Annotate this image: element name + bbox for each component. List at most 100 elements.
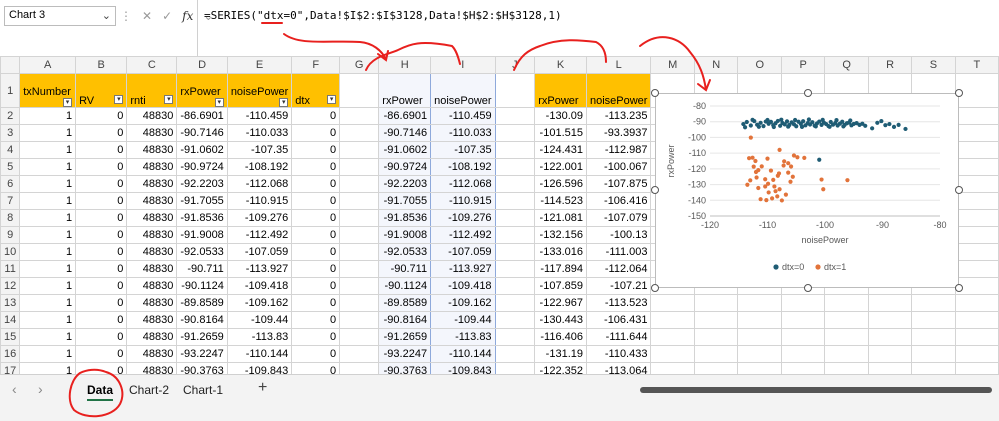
cell[interactable]: 0: [291, 209, 341, 227]
cell[interactable]: 1: [19, 209, 77, 227]
header-cell-e[interactable]: noisePower ▾: [226, 73, 293, 108]
cell[interactable]: [494, 141, 536, 159]
tab-data[interactable]: Data: [87, 383, 114, 401]
cell[interactable]: [339, 209, 380, 227]
cell[interactable]: 0: [291, 243, 341, 261]
cell[interactable]: [339, 362, 380, 374]
cell[interactable]: 48830: [126, 107, 178, 125]
cell[interactable]: 48830: [126, 328, 178, 346]
cell[interactable]: -113.83: [226, 328, 293, 346]
cell[interactable]: -113.83: [430, 328, 496, 346]
cell[interactable]: -131.19: [534, 345, 587, 363]
cell[interactable]: [650, 362, 696, 374]
cell[interactable]: 1: [19, 243, 77, 261]
cell[interactable]: [954, 362, 999, 374]
cell[interactable]: [339, 226, 380, 244]
cell[interactable]: 0: [75, 260, 128, 278]
cell[interactable]: 1: [19, 277, 77, 295]
cell[interactable]: -110.144: [226, 345, 293, 363]
cell[interactable]: [494, 192, 536, 210]
cell[interactable]: -112.068: [226, 175, 293, 193]
column-header-g[interactable]: G: [339, 56, 380, 74]
cell[interactable]: [780, 345, 826, 363]
column-header-h[interactable]: H: [378, 56, 432, 74]
header-cell-k[interactable]: rxPower: [534, 73, 587, 108]
cell[interactable]: [911, 362, 956, 374]
row-header[interactable]: 15: [0, 328, 21, 346]
filter-dropdown-icon[interactable]: ▾: [214, 98, 224, 107]
cell[interactable]: [954, 209, 999, 227]
cell[interactable]: 1: [19, 226, 77, 244]
cell[interactable]: [954, 311, 999, 329]
cell[interactable]: [867, 311, 913, 329]
cell[interactable]: -92.0533: [378, 243, 432, 261]
row-header[interactable]: 16: [0, 345, 21, 363]
cell[interactable]: 0: [291, 260, 341, 278]
cell[interactable]: 0: [291, 311, 341, 329]
cell[interactable]: [694, 345, 739, 363]
cell[interactable]: [737, 294, 782, 312]
resize-handle[interactable]: [651, 89, 659, 97]
cell[interactable]: 48830: [126, 362, 178, 374]
cell[interactable]: -109.276: [430, 209, 496, 227]
cell[interactable]: [824, 294, 869, 312]
column-header-j[interactable]: J: [494, 56, 536, 74]
cell[interactable]: -91.2659: [378, 328, 432, 346]
filter-dropdown-icon[interactable]: ▾: [114, 95, 124, 104]
cell[interactable]: 0: [291, 294, 341, 312]
row-header[interactable]: 10: [0, 243, 21, 261]
cell[interactable]: 1: [19, 107, 77, 125]
cell[interactable]: [339, 158, 380, 176]
cell[interactable]: -112.987: [585, 141, 652, 159]
cell[interactable]: 1: [19, 311, 77, 329]
add-sheet-button[interactable]: +: [258, 379, 267, 397]
column-header-p[interactable]: P: [780, 56, 826, 74]
cell[interactable]: [694, 311, 739, 329]
cell[interactable]: [494, 73, 536, 108]
cell[interactable]: [494, 209, 536, 227]
cell[interactable]: 48830: [126, 277, 178, 295]
cell[interactable]: -109.44: [430, 311, 496, 329]
cell[interactable]: -89.8589: [378, 294, 432, 312]
cell[interactable]: -110.915: [430, 192, 496, 210]
cell[interactable]: 0: [75, 226, 128, 244]
cell[interactable]: [494, 226, 536, 244]
resize-handle[interactable]: [955, 89, 963, 97]
spreadsheet-grid[interactable]: ABCDEFGHIJKLMNOPQRST 1 txNumber ▾ RV ▾ rnti ▾ r…: [0, 56, 999, 374]
cell[interactable]: -126.596: [534, 175, 587, 193]
cell[interactable]: -91.9008: [378, 226, 432, 244]
cell[interactable]: 0: [75, 311, 128, 329]
cell[interactable]: -110.459: [226, 107, 293, 125]
cell[interactable]: -90.3763: [378, 362, 432, 374]
cell[interactable]: -111.644: [585, 328, 652, 346]
cell[interactable]: -90.711: [378, 260, 432, 278]
cell[interactable]: 48830: [126, 192, 178, 210]
resize-handle[interactable]: [651, 186, 659, 194]
chevron-down-icon[interactable]: ⌄: [102, 9, 111, 22]
header-cell-i[interactable]: noisePower: [430, 73, 496, 108]
column-header-k[interactable]: K: [534, 56, 587, 74]
cell[interactable]: [737, 345, 782, 363]
cell[interactable]: -91.2659: [176, 328, 228, 346]
cell[interactable]: -107.875: [585, 175, 652, 193]
cell[interactable]: -112.492: [226, 226, 293, 244]
column-header-o[interactable]: O: [737, 56, 782, 74]
cell[interactable]: -92.2203: [176, 175, 228, 193]
cell[interactable]: 48830: [126, 175, 178, 193]
cell[interactable]: 0: [291, 158, 341, 176]
row-header[interactable]: 4: [0, 141, 21, 159]
cell[interactable]: [824, 311, 869, 329]
cell[interactable]: [339, 311, 380, 329]
row-header[interactable]: 11: [0, 260, 21, 278]
cell[interactable]: [494, 175, 536, 193]
cell[interactable]: 48830: [126, 294, 178, 312]
cell[interactable]: 0: [75, 175, 128, 193]
filter-dropdown-icon[interactable]: ▾: [63, 98, 73, 107]
column-header-d[interactable]: D: [176, 56, 228, 74]
cell[interactable]: -107.35: [226, 141, 293, 159]
cell[interactable]: [824, 328, 869, 346]
cell[interactable]: [911, 294, 956, 312]
cell[interactable]: 0: [291, 124, 341, 142]
cell[interactable]: [494, 294, 536, 312]
column-header-n[interactable]: N: [694, 56, 739, 74]
